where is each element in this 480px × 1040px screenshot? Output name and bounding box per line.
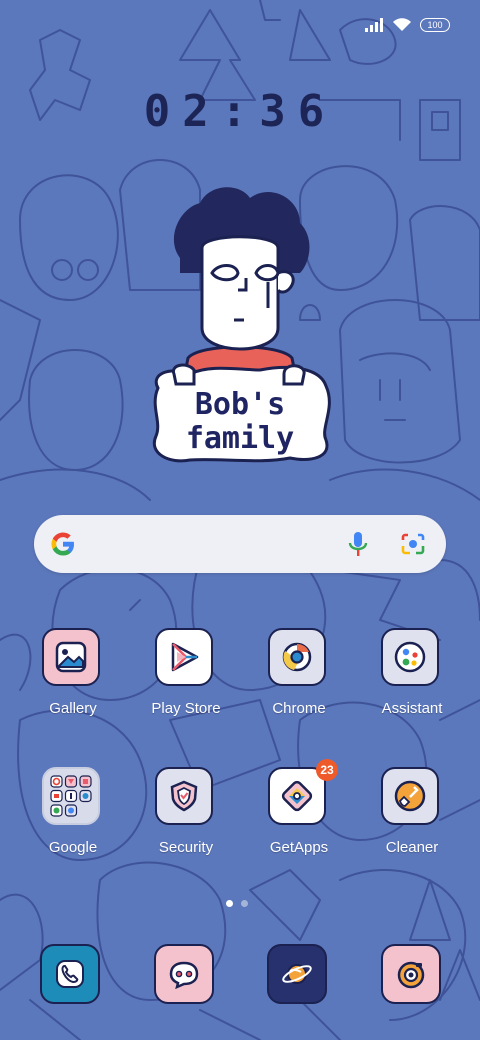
gallery-icon[interactable] [42,628,100,686]
app-assistant[interactable]: Assistant [357,628,467,738]
page-dot-active[interactable] [226,900,233,907]
assistant-icon[interactable] [381,628,439,686]
app-label: Cleaner [385,839,439,856]
app-label: GetApps [269,839,329,856]
app-security[interactable]: Security [131,767,241,877]
app-label: Chrome [272,700,326,717]
app-chrome[interactable]: Chrome [244,628,354,738]
security-shield-icon[interactable] [155,767,213,825]
notification-badge: 23 [316,759,338,781]
play-store-icon[interactable] [155,628,213,686]
app-getapps[interactable]: 23 GetApps [244,759,354,877]
clock-widget[interactable]: 02:36 [0,86,480,137]
camera-icon[interactable] [381,944,441,1004]
app-cleaner[interactable]: Cleaner [357,767,467,877]
app-label: Security [158,839,214,856]
dock-camera[interactable] [357,944,467,1040]
app-label: Play Store [151,700,221,717]
chrome-icon[interactable] [268,628,326,686]
app-google-folder[interactable]: Google [18,767,128,877]
lens-camera-icon[interactable] [400,532,426,556]
battery-indicator: 100 [420,18,450,32]
wifi-icon [393,18,411,31]
mic-icon[interactable] [348,531,368,559]
app-label: Google [48,839,98,856]
app-label: Gallery [49,700,97,717]
app-gallery[interactable]: Gallery [18,628,128,738]
status-bar: 100 [0,0,480,48]
bobs-family-widget[interactable]: Bob's family [140,178,340,478]
dock-browser[interactable] [243,944,353,1040]
google-search-bar[interactable] [34,515,446,573]
page-indicator[interactable] [226,900,248,907]
google-g-icon[interactable] [48,529,78,559]
browser-planet-icon[interactable] [267,944,327,1004]
app-label: Assistant [381,700,443,717]
app-play-store[interactable]: Play Store [131,628,241,738]
google-folder-icon[interactable] [42,767,100,825]
widget-line-1: Bob's [195,387,285,422]
signal-icon [365,18,383,32]
phone-icon[interactable] [40,944,100,1004]
dock-phone[interactable] [16,944,126,1040]
messages-icon[interactable] [154,944,214,1004]
page-dot[interactable] [241,900,248,907]
home-screen: 100 02:36 Bob's family Gallery Play Stor… [0,0,480,1040]
dock-messages[interactable] [130,944,240,1040]
cleaner-brush-icon[interactable] [381,767,439,825]
widget-line-2: family [186,421,294,456]
